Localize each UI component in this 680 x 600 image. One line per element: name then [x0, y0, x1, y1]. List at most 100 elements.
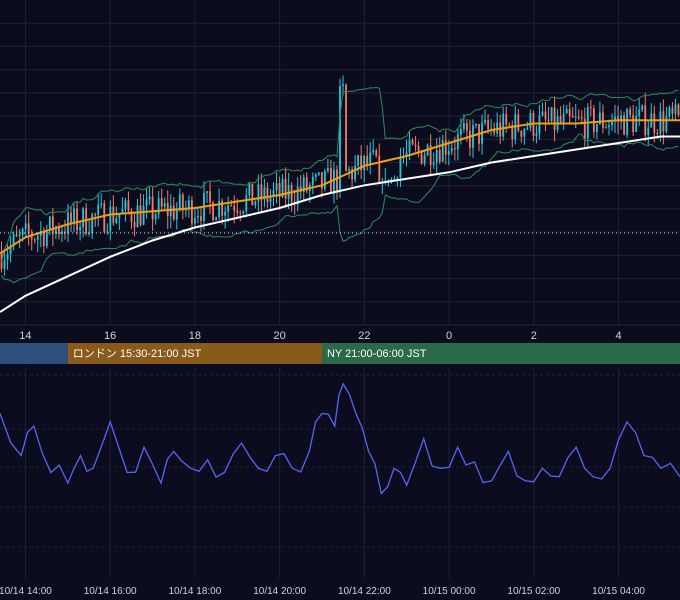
candle-body — [148, 196, 151, 200]
candle-body — [6, 254, 9, 261]
candle-body — [544, 111, 547, 120]
candle-body — [508, 124, 511, 126]
candle-body — [438, 149, 441, 162]
candle-body — [659, 111, 662, 134]
candle-body — [91, 214, 94, 234]
sub-x-tick: 10/14 20:00 — [253, 586, 306, 597]
candle-body — [175, 209, 178, 220]
candle-body — [206, 191, 208, 194]
candle-body — [583, 118, 586, 139]
main-x-tick: 0 — [446, 330, 452, 342]
candle-body — [432, 162, 435, 165]
candle-body — [3, 260, 6, 269]
main-x-tick: 16 — [104, 330, 116, 342]
candle-body — [378, 155, 381, 182]
candle-body — [399, 158, 402, 178]
main-x-tick: 14 — [19, 330, 31, 342]
candle-body — [553, 107, 556, 130]
candle-body — [127, 200, 130, 211]
candle-body — [357, 155, 360, 166]
candle-body — [547, 119, 550, 121]
candle-body — [33, 239, 36, 241]
candle-body — [441, 140, 444, 162]
candle-body — [466, 123, 468, 131]
candle-body — [224, 211, 227, 216]
candle-body — [24, 223, 27, 230]
candle-body — [417, 145, 420, 151]
main-x-tick: 20 — [274, 330, 286, 342]
candle-body — [372, 150, 375, 153]
sub-x-tick: 10/14 18:00 — [168, 586, 221, 597]
candle-body — [15, 234, 18, 237]
candle-body — [103, 203, 106, 232]
candle-body — [133, 221, 136, 228]
candle-body — [94, 214, 97, 216]
candle-body — [629, 109, 632, 115]
candle-body — [136, 205, 139, 228]
candle-body — [447, 151, 450, 155]
candle-body — [444, 140, 447, 155]
candle-body — [311, 176, 314, 186]
candle-body — [526, 127, 529, 129]
candle-body — [342, 84, 344, 86]
candle-body — [623, 115, 625, 135]
candle-body — [602, 112, 604, 128]
candle-body — [227, 205, 230, 212]
candle-body — [484, 120, 486, 123]
candle-body — [172, 205, 175, 220]
candle-body — [668, 107, 671, 117]
candle-body — [254, 201, 257, 206]
candle-body — [275, 182, 278, 191]
candle-body — [73, 208, 75, 223]
candle-body — [76, 208, 78, 231]
candle-body — [414, 144, 417, 146]
candle-body — [115, 218, 118, 223]
candle-body — [653, 113, 656, 133]
candle-body — [450, 148, 453, 152]
candle-body — [327, 167, 329, 171]
candle-body — [160, 198, 163, 207]
candle-body — [502, 113, 505, 137]
candle-body — [139, 205, 142, 225]
sub-x-tick: 10/15 00:00 — [423, 586, 476, 597]
candle-body — [18, 234, 21, 237]
candle-body — [48, 216, 51, 231]
candle-body — [393, 178, 396, 180]
candle-body — [97, 204, 100, 215]
candle-body — [363, 155, 366, 171]
candle-body — [366, 155, 369, 166]
main-x-tick: 18 — [189, 330, 201, 342]
candle-body — [577, 116, 580, 118]
candle-body — [411, 140, 414, 145]
candle-body — [535, 133, 538, 136]
candle-body — [390, 179, 393, 181]
candle-body — [641, 105, 644, 110]
main-x-tick: 4 — [616, 330, 622, 342]
candle-body — [82, 208, 85, 227]
candle-body — [605, 127, 607, 129]
candle-body — [323, 170, 326, 189]
candle-body — [27, 223, 30, 234]
candle-body — [456, 134, 459, 150]
candle-body — [197, 216, 199, 218]
candle-body — [595, 124, 598, 132]
candle-body — [242, 211, 245, 214]
candle-body — [333, 169, 335, 194]
candle-body — [100, 203, 103, 205]
candle-body — [233, 205, 236, 211]
candle-body — [369, 152, 372, 166]
candle-body — [194, 217, 196, 224]
candle-body — [239, 212, 242, 214]
candle-body — [674, 104, 677, 114]
candle-body — [529, 112, 532, 128]
candle-body — [106, 231, 109, 233]
session-band — [0, 343, 68, 364]
candle-body — [284, 178, 287, 199]
candle-body — [215, 217, 217, 221]
candle-body — [571, 115, 574, 118]
chart-canvas: 14 16 18 20 22 0 2 4 ロンドン 15:30-21:00 JST NY 21:0… — [0, 0, 680, 600]
candle-body — [314, 174, 317, 177]
candle-body — [348, 169, 350, 172]
candle-body — [565, 108, 568, 114]
main-x-tick: 22 — [358, 330, 370, 342]
